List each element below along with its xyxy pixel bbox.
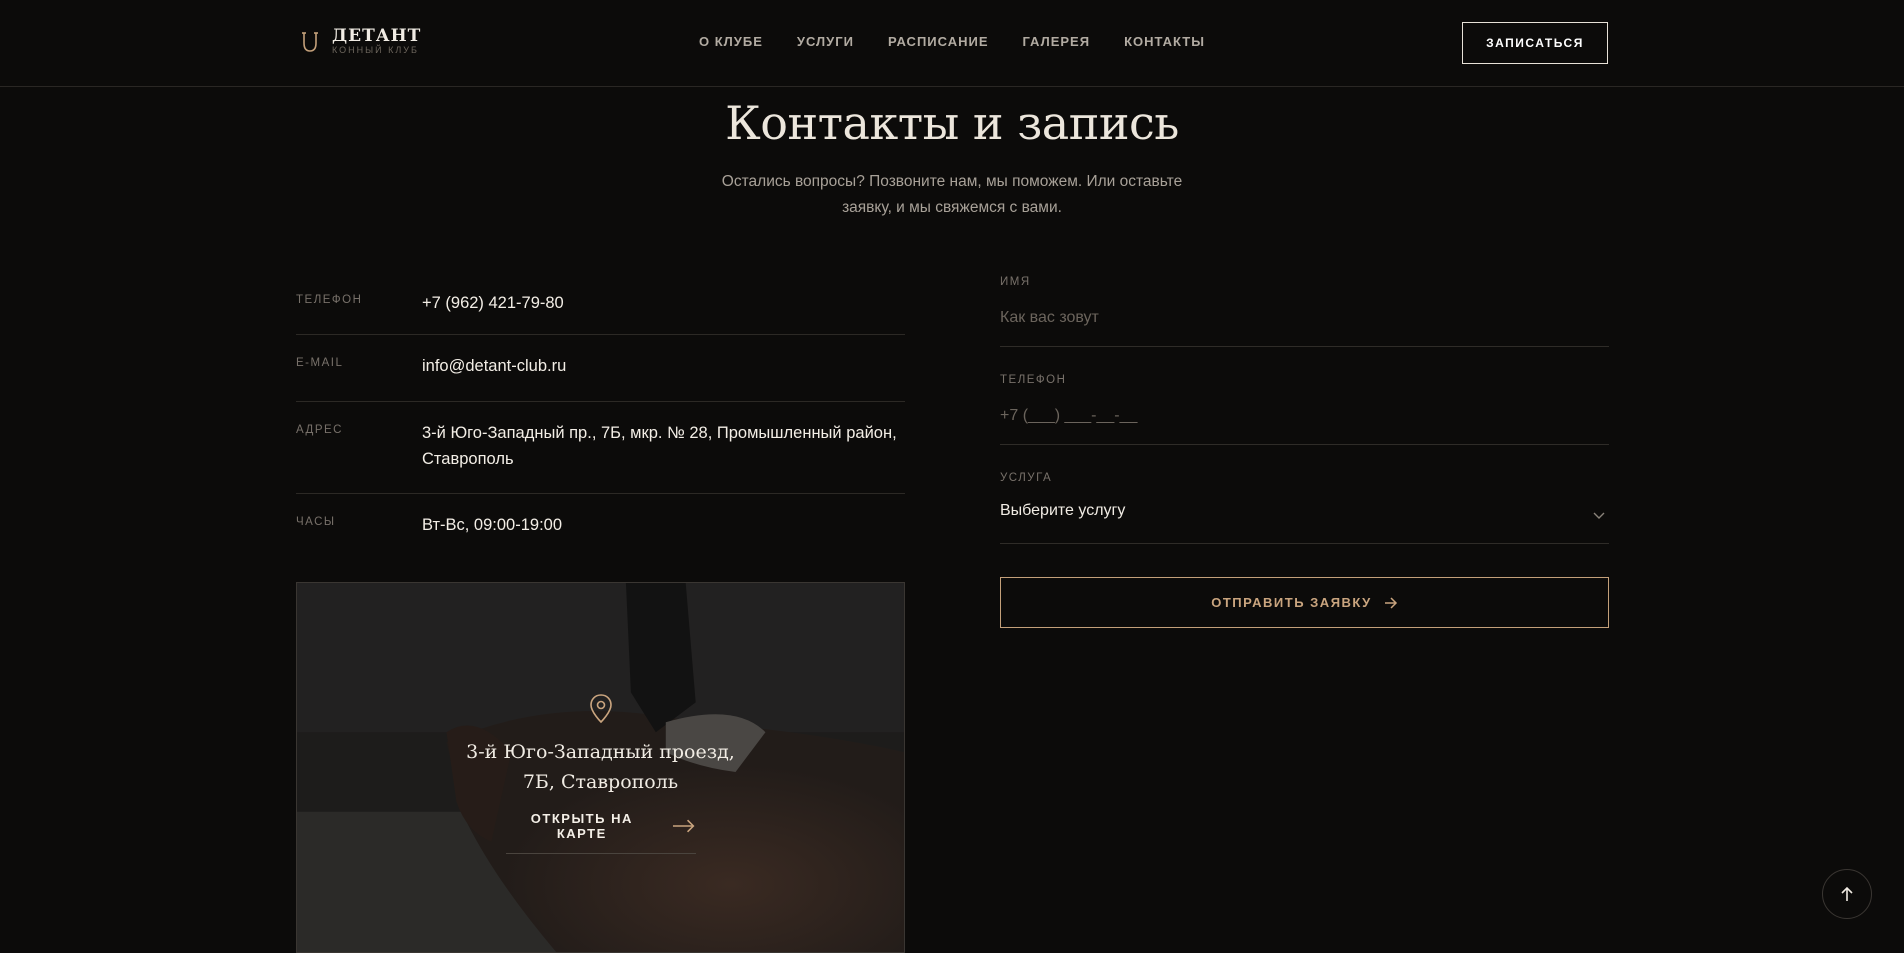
nav-services[interactable]: УСЛУГИ: [797, 34, 854, 49]
chevron-down-icon: [1593, 512, 1605, 519]
contact-info: ТЕЛЕФОН +7 (962) 421-79-80 E-MAIL info@d…: [296, 272, 905, 560]
site-header: ДЕТАНТ КОННЫЙ КЛУБ О КЛУБЕ УСЛУГИ РАСПИС…: [0, 0, 1904, 87]
logo[interactable]: ДЕТАНТ КОННЫЙ КЛУБ: [300, 28, 421, 55]
contact-row-email: E-MAIL info@detant-club.ru: [296, 335, 905, 402]
service-selected-value: Выберите услугу: [1000, 502, 1126, 519]
main-nav: О КЛУБЕ УСЛУГИ РАСПИСАНИЕ ГАЛЕРЕЯ КОНТАК…: [699, 34, 1239, 49]
logo-title: ДЕТАНТ: [332, 26, 422, 46]
open-map-link[interactable]: ОТКРЫТЬ НА КАРТЕ: [505, 811, 696, 854]
address-value: 3-й Юго-Западный пр., 7Б, мкр. № 28, Про…: [422, 424, 897, 468]
name-input[interactable]: [1000, 307, 1609, 329]
contact-label: ТЕЛЕФОН: [296, 294, 363, 306]
arrow-right-icon: [673, 819, 695, 833]
service-select[interactable]: УСЛУГА Выберите услугу: [1000, 472, 1609, 544]
section-subtitle: Остались вопросы? Позвоните нам, мы помо…: [721, 173, 1183, 216]
logo-subtitle: КОННЫЙ КЛУБ: [332, 45, 419, 55]
nav-schedule[interactable]: РАСПИСАНИЕ: [888, 34, 989, 49]
email-link[interactable]: info@detant-club.ru: [422, 335, 905, 401]
arrow-up-icon: [1841, 886, 1853, 901]
contact-row-hours: ЧАСЫ Вт-Вс, 09:00-19:00: [296, 494, 905, 560]
arrow-right-icon: [1384, 596, 1397, 609]
nav-contacts[interactable]: КОНТАКТЫ: [1124, 34, 1205, 49]
contact-label: E-MAIL: [296, 357, 344, 369]
signup-button[interactable]: ЗАПИСАТЬСЯ: [1462, 22, 1608, 64]
phone-label: ТЕЛЕФОН: [1000, 374, 1067, 386]
nav-gallery[interactable]: ГАЛЕРЕЯ: [1023, 34, 1091, 49]
service-label: УСЛУГА: [1000, 472, 1053, 484]
map-card: 3-й Юго-Западный проезд, 7Б, Ставрополь …: [296, 582, 905, 953]
name-label: ИМЯ: [1000, 276, 1031, 288]
hours-value: Вт-Вс, 09:00-19:00: [422, 516, 563, 534]
map-pin-icon: [589, 694, 612, 724]
submit-button[interactable]: ОТПРАВИТЬ ЗАЯВКУ: [1000, 577, 1609, 628]
phone-input[interactable]: [1000, 405, 1609, 427]
horseshoe-icon: [302, 31, 318, 52]
phone-field: ТЕЛЕФОН: [1000, 374, 1609, 445]
page-title: Контакты и запись: [725, 96, 1179, 150]
contact-label: ЧАСЫ: [296, 516, 336, 528]
contact-row-address: АДРЕС 3-й Юго-Западный пр., 7Б, мкр. № 2…: [296, 402, 905, 494]
nav-about[interactable]: О КЛУБЕ: [699, 34, 763, 49]
map-address: 3-й Юго-Западный проезд, 7Б, Ставрополь: [466, 741, 735, 793]
scroll-to-top-button[interactable]: [1822, 869, 1872, 919]
submit-label: ОТПРАВИТЬ ЗАЯВКУ: [1211, 595, 1372, 610]
phone-link[interactable]: +7 (962) 421-79-80: [422, 272, 905, 334]
name-field: ИМЯ: [1000, 276, 1609, 347]
contact-row-phone: ТЕЛЕФОН +7 (962) 421-79-80: [296, 272, 905, 335]
contact-label: АДРЕС: [296, 424, 343, 436]
open-map-label: ОТКРЫТЬ НА КАРТЕ: [530, 811, 633, 841]
